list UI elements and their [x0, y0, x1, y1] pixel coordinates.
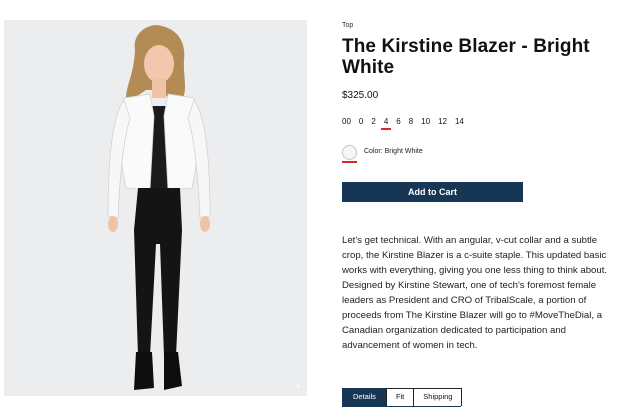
size-option[interactable]: 8 — [405, 116, 417, 130]
info-tabs: Details Fit Shipping — [342, 388, 463, 407]
size-selector: 00 0 2 4 6 8 10 12 14 — [342, 116, 468, 130]
size-option[interactable]: 12 — [434, 116, 451, 130]
color-selector: Color: Bright White — [342, 145, 423, 163]
product-description: Let's get technical. With an angular, v-… — [342, 235, 608, 351]
model-illustration — [107, 25, 211, 390]
color-label: Color: Bright White — [364, 147, 423, 155]
size-option[interactable]: 0 — [355, 116, 367, 130]
size-option[interactable]: 6 — [392, 116, 404, 130]
swatch-selected-underline — [342, 161, 357, 163]
tab-details[interactable]: Details — [342, 388, 387, 406]
size-option[interactable]: 10 — [417, 116, 434, 130]
product-image[interactable]: + — [4, 20, 307, 396]
size-option[interactable]: 00 — [342, 116, 355, 130]
size-option[interactable]: 2 — [367, 116, 379, 130]
product-title: The Kirstine Blazer - Bright White — [342, 36, 590, 78]
add-to-cart-button[interactable]: Add to Cart — [342, 182, 523, 202]
color-swatch-bright-white[interactable] — [342, 145, 357, 163]
zoom-icon[interactable]: + — [294, 382, 302, 393]
swatch-circle — [342, 145, 357, 160]
tab-fit[interactable]: Fit — [385, 388, 415, 406]
size-option[interactable]: 4 — [380, 116, 392, 130]
product-price: $325.00 — [342, 90, 379, 101]
size-option[interactable]: 14 — [451, 116, 468, 130]
breadcrumb[interactable]: Top — [342, 22, 353, 29]
tab-shipping[interactable]: Shipping — [413, 388, 463, 406]
